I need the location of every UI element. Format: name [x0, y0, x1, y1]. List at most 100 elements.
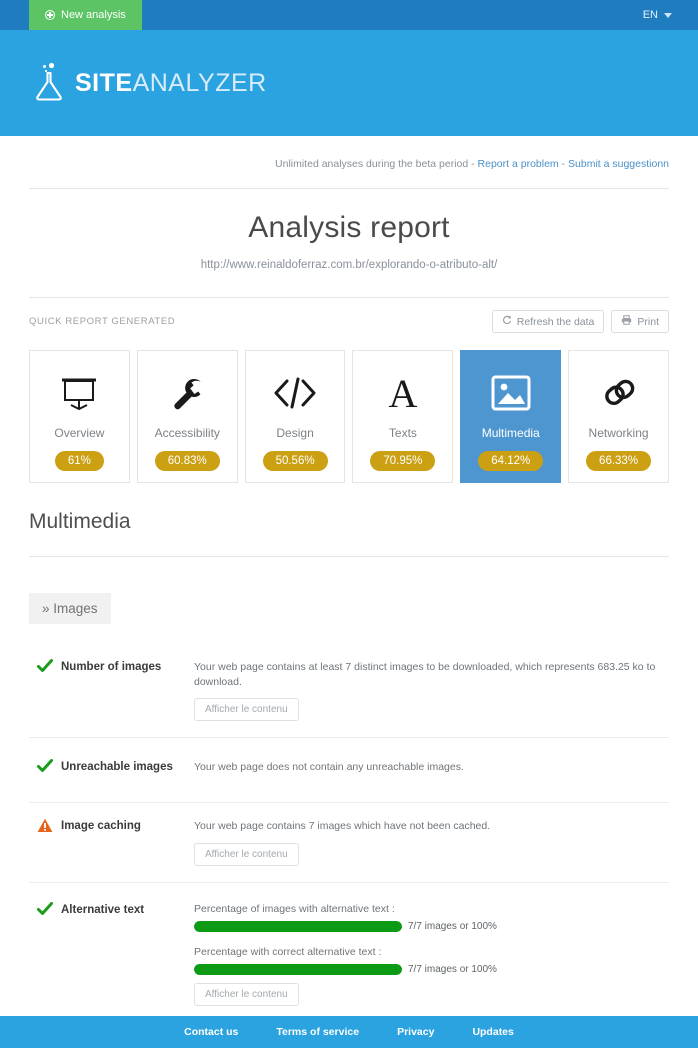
check-row: Number of images Your web page contains …	[29, 644, 669, 737]
progress-label: Percentage with correct alternative text…	[194, 945, 382, 958]
beta-text: Unlimited analyses during the beta perio…	[275, 158, 478, 170]
check-row: Alternative text Percentage of images wi…	[29, 881, 669, 1022]
footer-link-terms-of-service[interactable]: Terms of service	[276, 1026, 359, 1038]
logo-wordmark: SITEANALYZER	[75, 68, 267, 97]
progress-row: 7/7 images or 100%	[194, 963, 669, 975]
check-header: Unreachable images	[29, 759, 194, 778]
progress-fill	[194, 963, 402, 975]
chevron-down-icon	[664, 12, 672, 18]
new-analysis-label: New analysis	[61, 9, 126, 21]
tile-score-badge: 60.83%	[154, 450, 220, 472]
check-description: Your web page contains at least 7 distin…	[194, 661, 656, 689]
check-ok-icon	[37, 659, 53, 678]
progress-track	[194, 920, 402, 932]
show-content-button[interactable]: Afficher le contenu	[194, 698, 299, 722]
logo-site: SITE	[75, 68, 133, 97]
show-content-button[interactable]: Afficher le contenu	[194, 842, 299, 866]
check-warning-icon	[37, 818, 53, 838]
refresh-data-button[interactable]: Refresh the data	[491, 310, 605, 333]
check-body: Your web page contains at least 7 distin…	[194, 659, 669, 722]
footer-link-contact-us[interactable]: Contact us	[184, 1026, 238, 1038]
tile-score-badge: 64.12%	[478, 450, 544, 472]
check-row: Image caching Your web page contains 7 i…	[29, 802, 669, 881]
refresh-icon	[502, 315, 512, 328]
footer: Contact us Terms of service Privacy Upda…	[0, 1016, 698, 1048]
tile-design[interactable]: Design 50.56%	[244, 350, 346, 483]
presentation-screen-icon	[57, 366, 101, 420]
progress-group: Percentage of images with alternative te…	[194, 903, 669, 932]
check-row: Unreachable images Your web page does no…	[29, 737, 669, 802]
progress-fill	[194, 920, 402, 932]
language-label: EN	[642, 9, 658, 21]
beta-notice: Unlimited analyses during the beta perio…	[29, 136, 669, 188]
quick-report-toolbar: QUICK REPORT GENERATED Refresh the data	[29, 298, 669, 347]
tile-score-badge: 61%	[54, 450, 104, 472]
tile-score-badge: 70.95%	[370, 450, 436, 472]
tile-multimedia[interactable]: Multimedia 64.12%	[460, 350, 562, 483]
check-name: Alternative text	[61, 903, 145, 916]
check-name: Number of images	[61, 661, 162, 673]
tile-texts[interactable]: A Texts 70.95%	[352, 350, 454, 483]
logo-analyzer: ANALYZER	[132, 68, 267, 97]
tile-score-badge: 66.33%	[586, 450, 652, 472]
top-utility-bar: New analysis EN	[0, 0, 698, 30]
page-title: Analysis report	[248, 211, 450, 244]
analyzed-url: http://www.reinaldoferraz.com.br/explora…	[200, 259, 498, 271]
print-label: Print	[637, 315, 659, 328]
tile-label: Texts	[388, 425, 417, 440]
letter-a-icon: A	[381, 366, 425, 420]
flask-icon	[32, 60, 66, 107]
check-ok-icon	[37, 759, 53, 778]
progress-caption: 7/7 images or 100%	[408, 920, 497, 932]
progress-caption: 7/7 images or 100%	[408, 963, 497, 975]
svg-text:A: A	[388, 371, 417, 415]
check-description: Your web page contains 7 images which ha…	[194, 820, 491, 833]
report-actions: Refresh the data Print	[491, 310, 669, 333]
tile-score-badge: 50.56%	[262, 450, 328, 472]
brand-header: SITEANALYZER	[0, 30, 698, 136]
page-content: Unlimited analyses during the beta perio…	[0, 136, 698, 1048]
show-content-button[interactable]: Afficher le contenu	[194, 982, 299, 1006]
code-brackets-icon	[272, 366, 318, 420]
tile-label: Networking	[588, 425, 649, 440]
image-icon	[489, 366, 533, 420]
plus-circle-icon	[45, 10, 55, 20]
check-body: Your web page does not contain any unrea…	[194, 759, 669, 778]
category-tiles: Overview 61% Accessibility 60.83% Design…	[29, 347, 669, 483]
footer-link-privacy[interactable]: Privacy	[397, 1026, 434, 1038]
check-description: Your web page does not contain any unrea…	[194, 761, 464, 774]
tile-label: Overview	[54, 425, 105, 440]
footer-link-updates[interactable]: Updates	[472, 1026, 513, 1038]
quick-report-status: QUICK REPORT GENERATED	[29, 316, 176, 327]
check-name: Image caching	[61, 820, 141, 833]
tile-label: Accessibility	[154, 425, 220, 440]
subsection-images[interactable]: » Images	[29, 593, 111, 624]
printer-icon	[621, 315, 632, 328]
beta-separator: -	[558, 158, 569, 170]
check-body: Percentage of images with alternative te…	[194, 902, 669, 1006]
refresh-label: Refresh the data	[516, 315, 595, 328]
check-header: Number of images	[29, 659, 194, 721]
tile-networking[interactable]: Networking 66.33%	[568, 350, 669, 483]
chain-link-icon	[597, 366, 641, 420]
check-header: Image caching	[29, 818, 194, 865]
tile-label: Multimedia	[481, 425, 540, 440]
progress-row: 7/7 images or 100%	[194, 920, 669, 932]
report-problem-link[interactable]: Report a problem	[478, 158, 559, 170]
divider-section	[29, 556, 669, 557]
new-analysis-button[interactable]: New analysis	[29, 0, 142, 30]
print-button[interactable]: Print	[611, 310, 669, 333]
progress-group: Percentage with correct alternative text…	[194, 946, 669, 975]
language-selector[interactable]: EN	[643, 0, 672, 30]
tile-overview[interactable]: Overview 61%	[29, 350, 130, 483]
submit-suggestion-link[interactable]: Submit a suggestionn	[568, 158, 669, 170]
progress-label: Percentage of images with alternative te…	[194, 902, 395, 915]
check-name: Unreachable images	[61, 761, 173, 774]
section-title: Multimedia	[29, 510, 131, 533]
tile-accessibility[interactable]: Accessibility 60.83%	[136, 350, 238, 483]
wrench-icon	[165, 366, 209, 420]
tile-label: Design	[276, 425, 314, 440]
site-analyzer-logo[interactable]: SITEANALYZER	[32, 60, 267, 107]
check-ok-icon	[37, 901, 53, 921]
check-body: Your web page contains 7 images which ha…	[194, 818, 669, 866]
